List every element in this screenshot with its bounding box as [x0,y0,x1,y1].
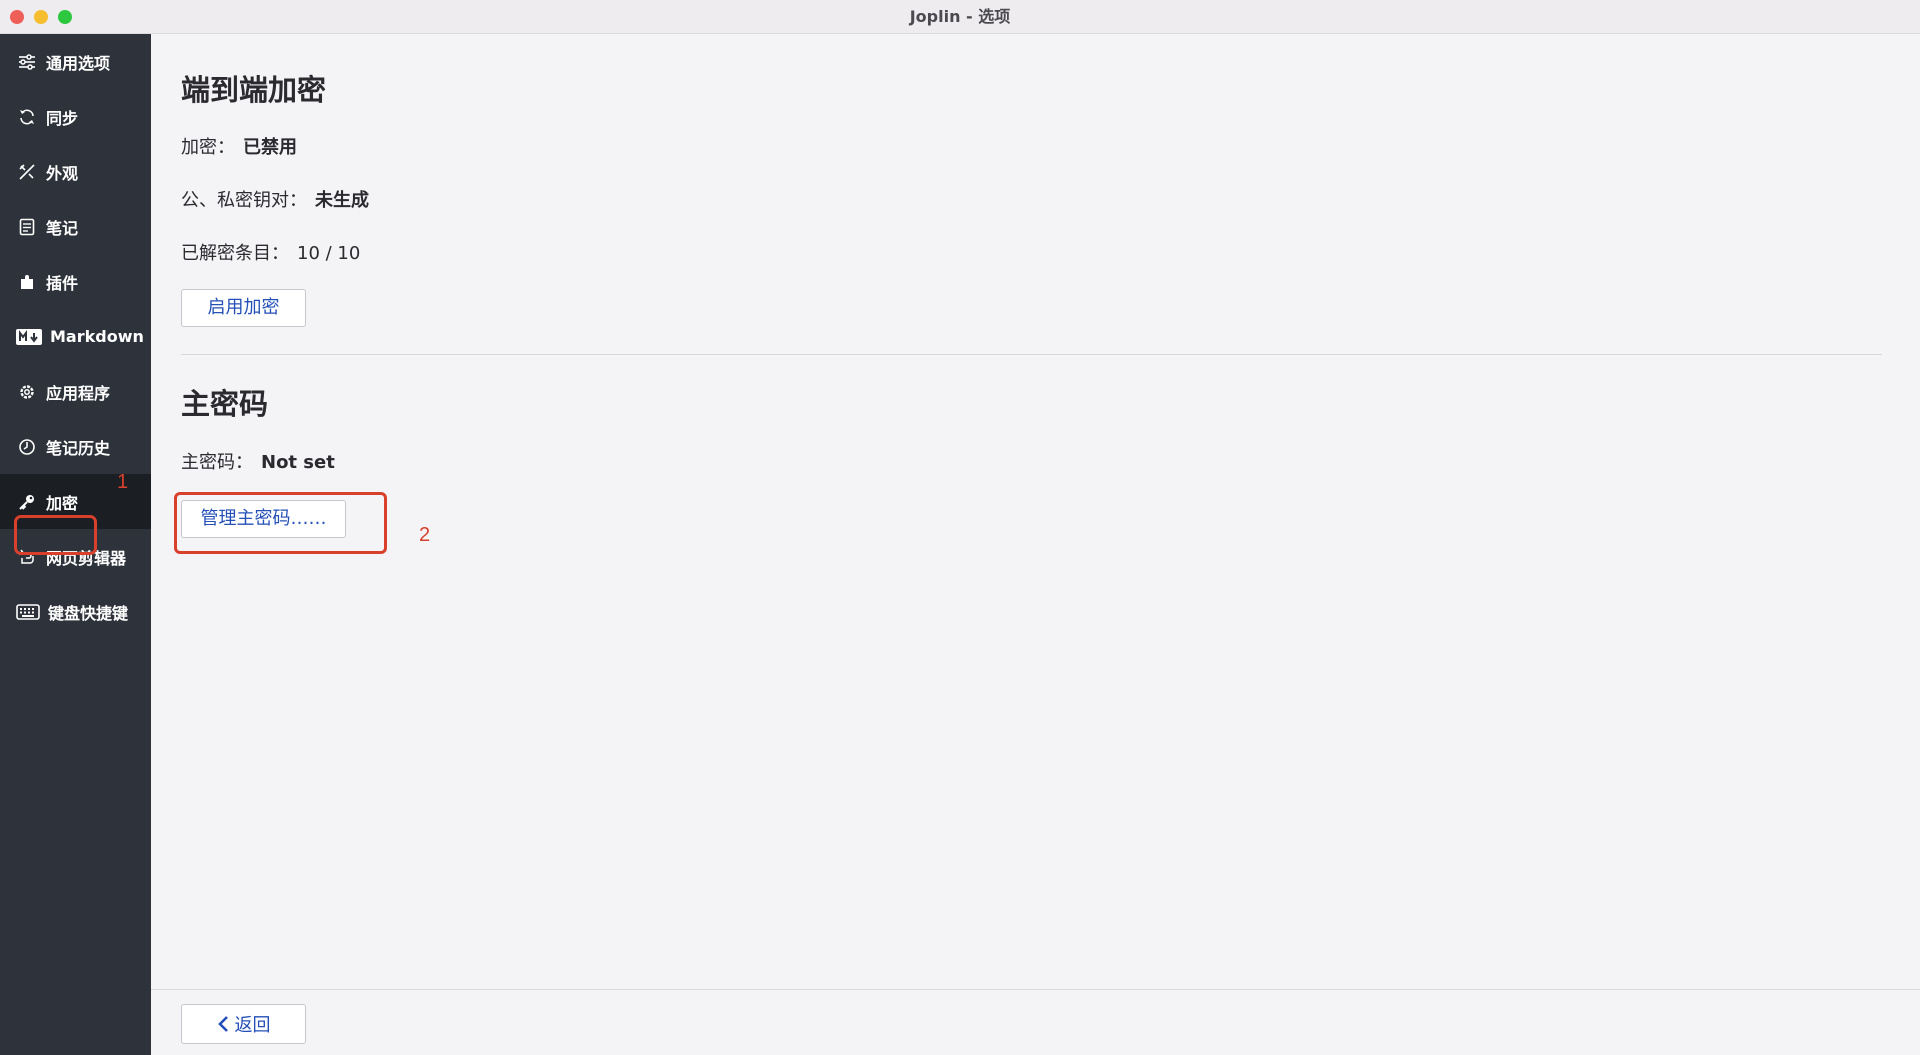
history-icon [16,436,38,458]
master-password-row: 主密码： Not set [181,448,335,474]
appearance-icon [16,161,38,183]
sidebar-item-label: 插件 [46,273,79,293]
markdown-icon [16,326,42,348]
sidebar-item-label: Markdown [50,327,144,346]
sidebar-item-notes[interactable]: 笔记 [0,199,151,254]
annotation-box-encryption [14,515,97,555]
encryption-status-value: 已禁用 [243,137,297,158]
gear-icon [16,381,38,403]
master-password-value: Not set [261,452,335,473]
sidebar-item-label: 加密 [46,493,79,513]
note-icon [16,216,38,238]
sidebar-item-markdown[interactable]: Markdown [0,309,151,364]
sliders-icon [16,51,38,73]
master-password-label: 主密码： [181,452,253,473]
enable-encryption-button[interactable]: 启用加密 [181,289,306,327]
encryption-status-row: 加密： 已禁用 [181,133,297,159]
settings-footer: 返回 [151,989,1920,1055]
decrypted-items-row: 已解密条目： 10 / 10 [181,239,360,265]
key-icon [16,491,38,513]
sidebar-item-application[interactable]: 应用程序 [0,364,151,419]
annotation-number-1: 1 [117,471,129,493]
annotation-box-manage-password [174,492,387,554]
settings-sidebar: 通用选项 同步 外观 笔记 插件 Markdown 应用程序 笔记历史 加密 网… [0,34,151,1055]
sidebar-item-label: 通用选项 [46,53,111,73]
section-title-e2ee: 端到端加密 [181,73,327,107]
sidebar-item-label: 笔记 [46,218,79,238]
app-window: Joplin - 选项 通用选项 同步 外观 笔记 插件 Markdown 应用… [0,0,1920,1055]
sidebar-item-keyboard-shortcuts[interactable]: 键盘快捷键 [0,584,151,639]
back-button[interactable]: 返回 [181,1004,306,1044]
encryption-status-label: 加密： [181,137,235,158]
sidebar-item-appearance[interactable]: 外观 [0,144,151,199]
section-divider [181,354,1882,355]
sidebar-item-general[interactable]: 通用选项 [0,34,151,89]
decrypted-items-value: 10 / 10 [297,243,361,264]
title-bar: Joplin - 选项 [0,0,1920,34]
window-title: Joplin - 选项 [909,7,1011,26]
sidebar-item-label: 同步 [46,108,79,128]
annotation-number-2: 2 [419,524,431,546]
settings-content: 端到端加密 加密： 已禁用 公、私密钥对： 未生成 已解密条目： 10 / 10 启用… [151,34,1920,989]
sidebar-item-label: 外观 [46,163,79,183]
keypair-label: 公、私密钥对： [181,190,307,211]
keyboard-icon [16,601,40,623]
chevron-left-icon [217,1016,228,1032]
sidebar-item-label: 键盘快捷键 [48,603,129,623]
sidebar-item-note-history[interactable]: 笔记历史 [0,419,151,474]
keypair-value: 未生成 [315,190,369,211]
section-title-master-password: 主密码 [181,387,269,421]
sync-icon [16,106,38,128]
decrypted-items-label: 已解密条目： [181,243,289,264]
puzzle-icon [16,271,38,293]
keypair-row: 公、私密钥对： 未生成 [181,186,369,212]
sidebar-item-label: 应用程序 [46,383,111,403]
back-button-label: 返回 [234,1015,271,1036]
sidebar-item-label: 笔记历史 [46,438,111,458]
sidebar-item-plugins[interactable]: 插件 [0,254,151,309]
sidebar-item-sync[interactable]: 同步 [0,89,151,144]
